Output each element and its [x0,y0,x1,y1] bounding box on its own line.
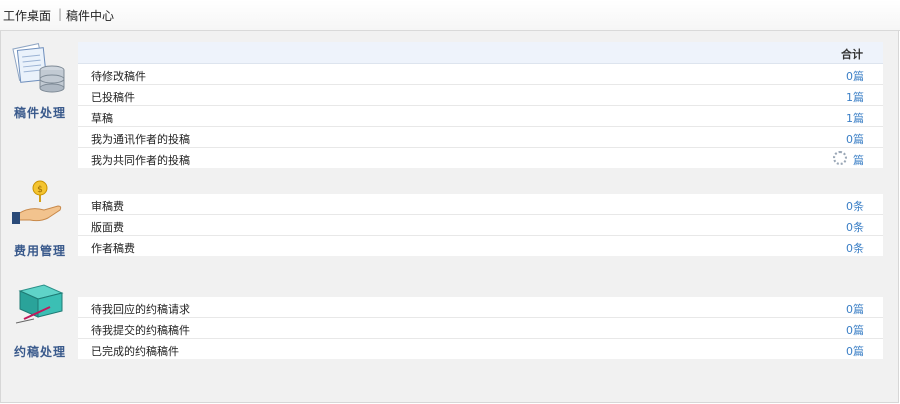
row-count-link[interactable]: 0篇 [846,301,864,317]
row-corresponding-author[interactable]: 我为通讯作者的投稿 0篇 [78,127,883,148]
manuscript-section-title: 稿件处理 [13,106,66,120]
row-label: 已完成的约稿稿件 [91,345,179,358]
box-pen-icon [10,279,70,339]
row-count-link[interactable]: 0篇 [846,322,864,338]
row-completed-invited[interactable]: 已完成的约稿稿件 0篇 [78,339,883,359]
document-database-icon [10,40,70,100]
row-label: 待我回应的约稿请求 [91,303,190,316]
row-label: 审稿费 [91,200,124,213]
row-count-link[interactable]: 0条 [846,240,864,256]
invited-panel: 待我回应的约稿请求 0篇 待我提交的约稿稿件 0篇 已完成的约稿稿件 0篇 [78,297,883,359]
row-count-link[interactable]: 0条 [846,219,864,235]
row-count-link[interactable]: 1篇 [846,110,864,126]
row-count-link[interactable]: 0篇 [846,131,864,147]
row-label: 待我提交的约稿稿件 [91,324,190,337]
invited-section-title: 约稿处理 [13,345,66,359]
row-label: 版面费 [91,221,124,234]
row-count-link[interactable]: 1篇 [846,89,864,105]
main-content: 稿件处理 合计 待修改稿件 0篇 已投稿件 1篇 草稿 1篇 我为通讯作者的投稿… [0,31,899,403]
top-bar: 工作桌面 | 稿件中心 [0,0,900,31]
row-pending-revision[interactable]: 待修改稿件 0篇 [78,64,883,85]
fees-section-label: $ 费用管理 [7,178,73,259]
fees-section-title: 费用管理 [13,244,66,258]
row-page-fee[interactable]: 版面费 0条 [78,215,883,236]
row-count-link[interactable]: 篇 [853,152,864,168]
breadcrumb-separator: | [58,7,63,21]
invited-section-label: 约稿处理 [7,279,73,360]
manuscript-section-label: 稿件处理 [7,40,73,121]
row-label: 待修改稿件 [91,70,146,83]
row-count-link[interactable]: 0篇 [846,68,864,84]
breadcrumb-home[interactable]: 工作桌面 [3,7,51,24]
loading-spinner-icon [833,151,847,165]
svg-text:$: $ [37,185,43,195]
row-label: 草稿 [91,112,113,125]
row-awaiting-response[interactable]: 待我回应的约稿请求 0篇 [78,297,883,318]
manuscript-panel: 合计 待修改稿件 0篇 已投稿件 1篇 草稿 1篇 我为通讯作者的投稿 0篇 我… [78,42,883,168]
row-count-link[interactable]: 0篇 [846,343,864,359]
row-author-royalty[interactable]: 作者稿费 0条 [78,236,883,256]
total-column-header: 合计 [841,48,863,61]
hand-coin-icon: $ [10,178,70,238]
row-awaiting-submission[interactable]: 待我提交的约稿稿件 0篇 [78,318,883,339]
row-submitted[interactable]: 已投稿件 1篇 [78,85,883,106]
row-review-fee[interactable]: 审稿费 0条 [78,194,883,215]
breadcrumb-current[interactable]: 稿件中心 [66,7,114,24]
fees-panel: 审稿费 0条 版面费 0条 作者稿费 0条 [78,194,883,256]
row-label: 已投稿件 [91,91,135,104]
row-label: 作者稿费 [91,242,135,255]
row-label: 我为通讯作者的投稿 [91,133,190,146]
row-drafts[interactable]: 草稿 1篇 [78,106,883,127]
row-co-author[interactable]: 我为共同作者的投稿 篇 [78,148,883,168]
manuscript-panel-header: 合计 [78,42,883,64]
row-label: 我为共同作者的投稿 [91,154,190,167]
row-count-link[interactable]: 0条 [846,198,864,214]
